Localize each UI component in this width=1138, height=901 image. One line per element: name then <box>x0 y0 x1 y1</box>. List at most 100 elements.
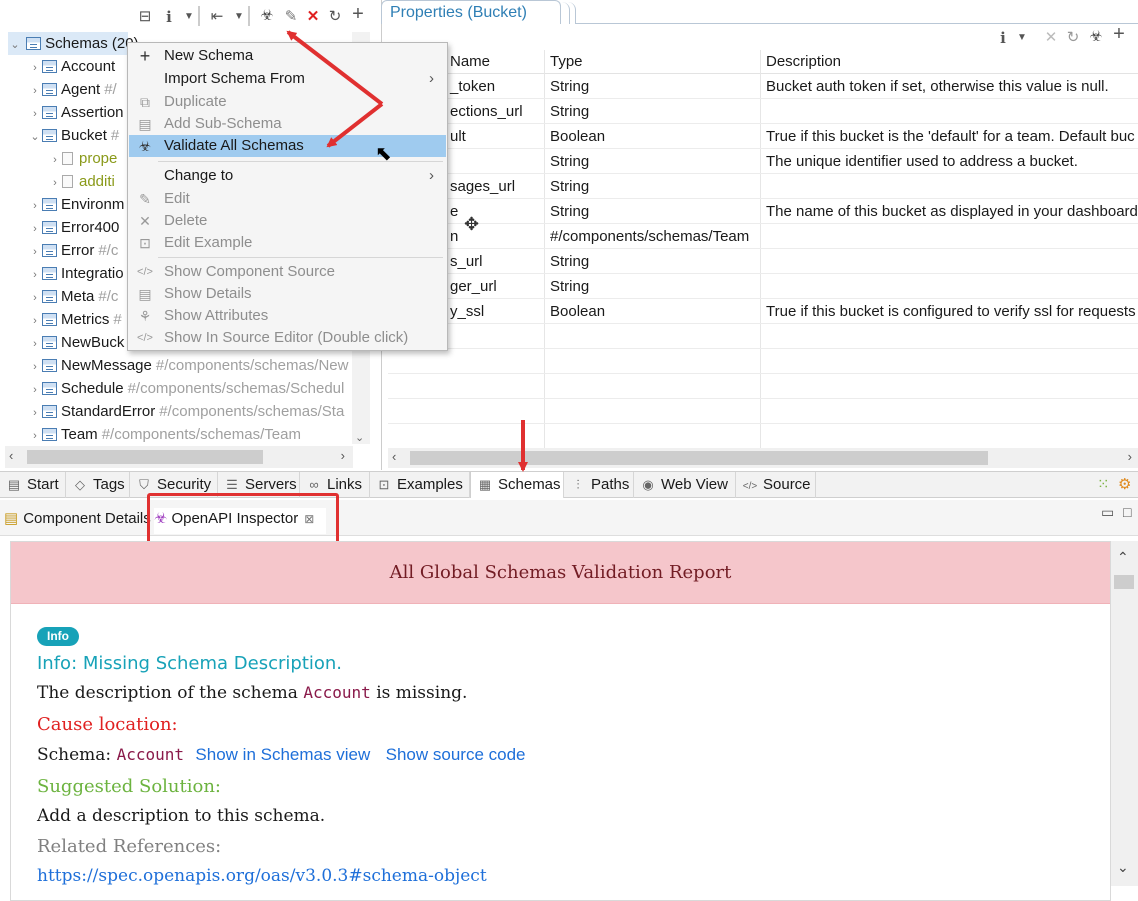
collapse-all-icon[interactable]: ⊟ <box>136 8 154 26</box>
scroll-up-icon[interactable]: ⌃ <box>1117 549 1129 566</box>
collapsed-chevron-icon[interactable]: › <box>28 379 42 402</box>
tab-start[interactable]: ▤ Start <box>0 472 66 498</box>
tree-scroll-thumb[interactable] <box>27 450 263 464</box>
collapsed-chevron-icon[interactable]: › <box>28 356 42 379</box>
column-description-header[interactable]: Description <box>766 50 841 73</box>
tab-schemas[interactable]: ▦ Schemas <box>470 472 564 498</box>
maximize-icon[interactable]: □ <box>1123 504 1131 520</box>
menu-show-in-source-editor[interactable]: </> Show In Source Editor (Double click) <box>129 327 446 349</box>
scroll-down-icon[interactable]: ⌄ <box>355 431 364 444</box>
tab-properties-bucket[interactable]: Properties (Bucket) <box>381 0 561 24</box>
menu-change-to[interactable]: Change to › <box>129 165 446 187</box>
collapsed-chevron-icon[interactable]: › <box>28 195 42 218</box>
table-row[interactable]: e String The name of this bucket as displa… <box>388 199 1138 224</box>
tree-item[interactable]: › Environm <box>28 193 124 216</box>
tab-tags[interactable]: ◇ Tags <box>66 472 130 498</box>
tree-item[interactable]: › Meta #/c <box>28 285 118 308</box>
collapsed-chevron-icon[interactable]: › <box>28 402 42 425</box>
reference-link[interactable]: https://spec.openapis.org/oas/v3.0.3#sch… <box>37 866 487 886</box>
properties-horizontal-scrollbar[interactable]: ‹ › <box>388 448 1138 468</box>
properties-info-icon[interactable]: i <box>994 29 1012 47</box>
menu-new-schema[interactable]: + New Schema <box>129 45 446 67</box>
menu-import-schema[interactable]: Import Schema From › <box>129 68 446 90</box>
tree-item[interactable]: › Account <box>28 55 115 78</box>
scroll-left-icon[interactable]: ‹ <box>9 448 13 463</box>
tree-item[interactable]: › Metrics # <box>28 308 122 331</box>
tree-item[interactable]: ⌄ Bucket # <box>28 124 119 147</box>
table-row[interactable]: _token String Bucket auth token if set, ot… <box>388 74 1138 99</box>
properties-validate-icon[interactable]: ☣ <box>1087 28 1105 46</box>
scroll-down-icon[interactable]: ⌄ <box>1117 859 1129 876</box>
tree-item[interactable]: › NewBuck <box>28 331 124 354</box>
tree-item[interactable]: › Schedule #/components/schemas/Schedul <box>28 377 344 400</box>
column-type-header[interactable]: Type <box>550 50 583 73</box>
menu-delete[interactable]: ✕ Delete <box>129 210 446 232</box>
tree-item[interactable]: › Agent #/ <box>28 78 117 101</box>
tree-item[interactable]: › additi <box>48 170 115 193</box>
collapsed-chevron-icon[interactable]: › <box>48 149 62 172</box>
tree-item[interactable]: › Error400 <box>28 216 119 239</box>
show-in-schemas-view-link[interactable]: Show in Schemas view <box>195 745 370 764</box>
tree-item[interactable]: › StandardError #/components/schemas/Sta <box>28 400 344 423</box>
tab-paths[interactable]: ⫶ Paths <box>564 472 634 498</box>
import-dropdown-icon[interactable]: ▼ <box>230 8 248 26</box>
info-icon[interactable]: i <box>160 8 178 26</box>
menu-edit-example[interactable]: ⊡ Edit Example <box>129 232 446 254</box>
scroll-right-icon[interactable]: › <box>341 448 345 463</box>
tree-item[interactable]: › prope <box>48 147 117 170</box>
collapsed-chevron-icon[interactable]: › <box>28 264 42 287</box>
properties-add-icon[interactable]: + <box>1110 24 1128 44</box>
expanded-chevron-icon[interactable]: ⌄ <box>28 126 42 149</box>
table-row[interactable]: String The unique identifier used to addr… <box>388 149 1138 174</box>
collapsed-chevron-icon[interactable]: › <box>28 57 42 80</box>
show-source-code-link[interactable]: Show source code <box>386 745 526 764</box>
tree-item[interactable]: › Integratio <box>28 262 123 287</box>
table-row[interactable]: ger_url String <box>388 274 1138 299</box>
minimize-icon[interactable]: ▭ <box>1101 504 1114 521</box>
tree-item[interactable]: › Assertion <box>28 101 123 124</box>
scroll-right-icon[interactable]: › <box>1128 449 1132 464</box>
table-row[interactable]: n #/components/schemas/Team <box>388 224 1138 249</box>
table-row[interactable]: ections_url String <box>388 99 1138 124</box>
grid-icon[interactable]: ⁙ <box>1097 475 1110 493</box>
properties-refresh-icon[interactable]: ↻ <box>1064 29 1082 47</box>
collapsed-chevron-icon[interactable]: › <box>28 287 42 310</box>
menu-add-sub-schema[interactable]: ▤ Add Sub-Schema <box>129 113 446 135</box>
tab-examples[interactable]: ⊡ Examples <box>370 472 470 498</box>
tab-web-view[interactable]: ◉ Web View <box>634 472 736 498</box>
menu-show-attributes[interactable]: ⚘ Show Attributes <box>129 305 446 327</box>
collapsed-chevron-icon[interactable]: › <box>28 310 42 333</box>
refresh-icon[interactable]: ↻ <box>326 8 344 26</box>
table-row[interactable]: sages_url String <box>388 174 1138 199</box>
scroll-left-icon[interactable]: ‹ <box>392 449 396 464</box>
properties-info-dropdown-icon[interactable]: ▼ <box>1013 29 1031 47</box>
menu-show-details[interactable]: ▤ Show Details <box>129 283 446 305</box>
menu-show-component-source[interactable]: </> Show Component Source <box>129 261 446 283</box>
collapsed-chevron-icon[interactable]: › <box>28 218 42 241</box>
delete-icon[interactable]: ✕ <box>304 8 322 26</box>
table-row[interactable]: s_url String <box>388 249 1138 274</box>
tab-component-details[interactable]: ▤ Component Details <box>4 508 151 534</box>
expanded-chevron-icon[interactable]: ⌄ <box>8 34 22 57</box>
add-icon[interactable]: + <box>349 4 367 24</box>
table-row[interactable]: ult Boolean True if this bucket is the 'de… <box>388 124 1138 149</box>
inspector-vertical-scrollbar[interactable]: ⌃ ⌄ <box>1111 541 1138 886</box>
tree-item[interactable]: › Error #/c <box>28 239 118 262</box>
import-icon[interactable]: ⇤ <box>208 8 226 26</box>
tab-source[interactable]: </> Source <box>736 472 816 498</box>
collapsed-chevron-icon[interactable]: › <box>28 80 42 103</box>
settings-gear-icon[interactable]: ⚙ <box>1118 475 1131 493</box>
validate-schemas-icon[interactable]: ☣ <box>258 7 276 25</box>
properties-delete-icon[interactable]: ✕ <box>1042 29 1060 47</box>
tree-item[interactable]: › NewMessage #/components/schemas/New <box>28 354 348 377</box>
properties-scroll-thumb[interactable] <box>410 451 988 465</box>
menu-validate-all-schemas[interactable]: ☣ Validate All Schemas <box>129 135 446 157</box>
collapsed-chevron-icon[interactable]: › <box>48 172 62 195</box>
table-row[interactable]: y_ssl Boolean True if this bucket is confi… <box>388 299 1138 324</box>
tree-horizontal-scrollbar[interactable]: ‹ › <box>5 446 353 468</box>
info-dropdown-icon[interactable]: ▼ <box>180 8 198 26</box>
tree-root-schemas[interactable]: ⌄ Schemas (20) <box>8 32 139 57</box>
tree-item[interactable]: › Team #/components/schemas/Team <box>28 423 301 446</box>
collapsed-chevron-icon[interactable]: › <box>28 241 42 264</box>
inspector-scroll-thumb[interactable] <box>1114 575 1134 589</box>
